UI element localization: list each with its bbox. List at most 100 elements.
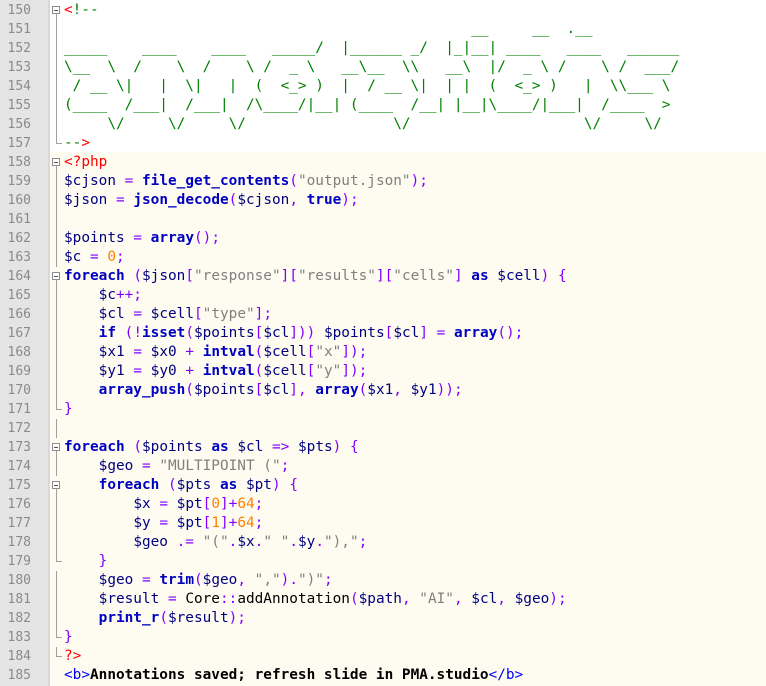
code-text[interactable]: $geo = trim($geo, ",").")"; (64, 571, 333, 590)
code-text[interactable]: $cjson = file_get_contents("output.json"… (64, 172, 428, 191)
code-line[interactable]: 151 __ __ .__ (0, 20, 766, 39)
code-line[interactable]: 180 $geo = trim($geo, ",").")"; (0, 571, 766, 590)
code-token: { (350, 439, 359, 455)
code-token: , (237, 572, 246, 588)
code-line[interactable]: 185 <b>Annotations saved; refresh slide i… (0, 666, 766, 685)
code-text[interactable]: / __ \| | \| | ( <_> ) | / __ \| | | ( <… (64, 77, 671, 96)
code-token: $cell (150, 306, 194, 322)
code-token: $geo (133, 534, 168, 550)
code-token: as (219, 477, 238, 493)
code-line[interactable]: 156 \/ \/ \/ \/ \/ \/ (0, 115, 766, 134)
code-text[interactable]: $geo .= "(".$x." ".$y."),"; (64, 533, 367, 552)
code-token: ); (228, 610, 246, 626)
fold-toggle-icon[interactable] (51, 476, 63, 495)
code-text[interactable]: $c++; (64, 286, 142, 305)
code-line[interactable]: 155 (____ /___| /___| /\____/|__| (____ /… (0, 96, 766, 115)
code-line[interactable]: 154 / __ \| | \| | ( <_> ) | / __ \| | |… (0, 77, 766, 96)
code-token: $cell (263, 344, 307, 360)
code-line[interactable]: 184 ?> (0, 647, 766, 666)
code-text[interactable]: array_push($points[$cl], array($x1, $y1)… (64, 381, 463, 400)
code-line[interactable]: 165 $c++; (0, 286, 766, 305)
code-line[interactable]: 172 (0, 419, 766, 438)
code-text[interactable]: _____ ____ ____ _____/ |______ _/ |_|__|… (64, 39, 679, 58)
code-line[interactable]: 159 $cjson = file_get_contents("output.js… (0, 172, 766, 191)
code-line[interactable]: 160 $json = json_decode($cjson, true); (0, 191, 766, 210)
code-token: _____ ____ ____ _____/ |______ _/ |_|__|… (64, 40, 680, 56)
code-line[interactable]: 157 --> (0, 134, 766, 153)
code-line[interactable]: 178 $geo .= "(".$x." ".$y."),"; (0, 533, 766, 552)
code-text[interactable]: $geo = "MULTIPOINT ("; (64, 457, 290, 476)
code-line[interactable]: 170 array_push($points[$cl], array($x1, … (0, 381, 766, 400)
code-text[interactable]: $x = $pt[0]+64; (64, 495, 263, 514)
code-text[interactable]: (____ /___| /___| /\____/|__| (____ /__|… (64, 96, 670, 115)
code-token: = (133, 363, 142, 379)
code-text[interactable]: $result = Core::addAnnotation($path, "AI… (64, 590, 567, 609)
code-text[interactable]: $cl = $cell["type"]; (64, 305, 272, 324)
code-text[interactable]: __ __ .__ (64, 20, 593, 39)
code-line[interactable]: 182 print_r($result); (0, 609, 766, 628)
code-text[interactable]: \/ \/ \/ \/ \/ \/ (64, 115, 662, 134)
code-text[interactable]: <?php (64, 153, 107, 172)
code-line[interactable]: 152 _____ ____ ____ _____/ |______ _/ |_|… (0, 39, 766, 58)
line-number: 166 (7, 307, 31, 322)
code-text[interactable]: \__ \ / \ / \ / _ \ __\__ \\ __\ |/ _ \ … (64, 58, 679, 77)
code-text[interactable]: $json = json_decode($cjson, true); (64, 191, 359, 210)
code-line[interactable]: 163 $c = 0; (0, 248, 766, 267)
code-line[interactable]: 161 (0, 210, 766, 229)
code-text[interactable]: } (64, 400, 73, 419)
fold-toggle-icon[interactable] (51, 267, 63, 286)
code-line[interactable]: 175 foreach ($pts as $pt) { (0, 476, 766, 495)
code-line[interactable]: 166 $cl = $cell["type"]; (0, 305, 766, 324)
code-text[interactable]: --> (64, 134, 90, 153)
code-token: "x" (315, 344, 342, 360)
code-text[interactable]: $points = array(); (64, 229, 220, 248)
code-line[interactable]: 169 $y1 = $y0 + intval($cell["y"]); (0, 362, 766, 381)
code-line[interactable]: 171} (0, 400, 766, 419)
fold-toggle-icon[interactable] (51, 438, 63, 457)
code-text[interactable]: if (!isset($points[$cl])) $points[$cl] =… (64, 324, 524, 343)
code-line[interactable]: 177 $y = $pt[1]+64; (0, 514, 766, 533)
code-line[interactable]: 158 <?php (0, 153, 766, 172)
code-line[interactable]: 164 foreach ($json["response"]["results"]… (0, 267, 766, 286)
code-text[interactable]: $y = $pt[1]+64; (64, 514, 263, 533)
code-line[interactable]: 173 foreach ($points as $cl => $pts) { (0, 438, 766, 457)
code-line[interactable]: 183} (0, 628, 766, 647)
code-line[interactable]: 150 <!-- (0, 1, 766, 20)
code-text[interactable]: $y1 = $y0 + intval($cell["y"]); (64, 362, 368, 381)
code-text[interactable]: foreach ($json["response"]["results"]["c… (64, 267, 567, 286)
code-token: __ __ .__ (64, 21, 593, 37)
code-text[interactable]: $x1 = $x0 + intval($cell["x"]); (64, 343, 368, 362)
code-line[interactable]: 153 \__ \ / \ / \ / _ \ __\__ \\ __\ |/ _… (0, 58, 766, 77)
code-text[interactable]: } (64, 628, 73, 647)
code-line[interactable]: 168 $x1 = $x0 + intval($cell["x"]); (0, 343, 766, 362)
code-text[interactable]: $c = 0; (64, 248, 125, 267)
code-text[interactable]: foreach ($pts as $pt) { (64, 476, 298, 495)
code-line[interactable]: 181 $result = Core::addAnnotation($path,… (0, 590, 766, 609)
code-editor[interactable]: 150 <!-- 151 __ __ .__ 152 _____ ____ ____ _… (0, 0, 766, 686)
fold-toggle-icon[interactable] (51, 153, 63, 172)
code-line[interactable]: 176 $x = $pt[0]+64; (0, 495, 766, 514)
code-text[interactable]: <!-- (64, 1, 99, 20)
code-token: $points (193, 382, 255, 398)
code-text[interactable]: <b>Annotations saved; refresh slide in P… (64, 666, 523, 685)
code-text[interactable]: } (64, 552, 108, 571)
code-text[interactable]: foreach ($points as $cl => $pts) { (64, 438, 359, 457)
line-number: 161 (7, 212, 31, 227)
code-token: as (471, 268, 489, 284)
code-token: \/ \/ \/ \/ \/ \/ (64, 116, 662, 132)
code-text[interactable]: print_r($result); (64, 609, 246, 628)
code-text[interactable]: ?> (64, 647, 81, 666)
code-line[interactable]: 167 if (!isset($points[$cl])) $points[$c… (0, 324, 766, 343)
code-line[interactable]: 174 $geo = "MULTIPOINT ("; (0, 457, 766, 476)
fold-toggle-icon[interactable] (51, 1, 63, 20)
code-line[interactable]: 179 } (0, 552, 766, 571)
code-line[interactable]: 162 $points = array(); (0, 229, 766, 248)
code-token: ")," (323, 534, 359, 550)
